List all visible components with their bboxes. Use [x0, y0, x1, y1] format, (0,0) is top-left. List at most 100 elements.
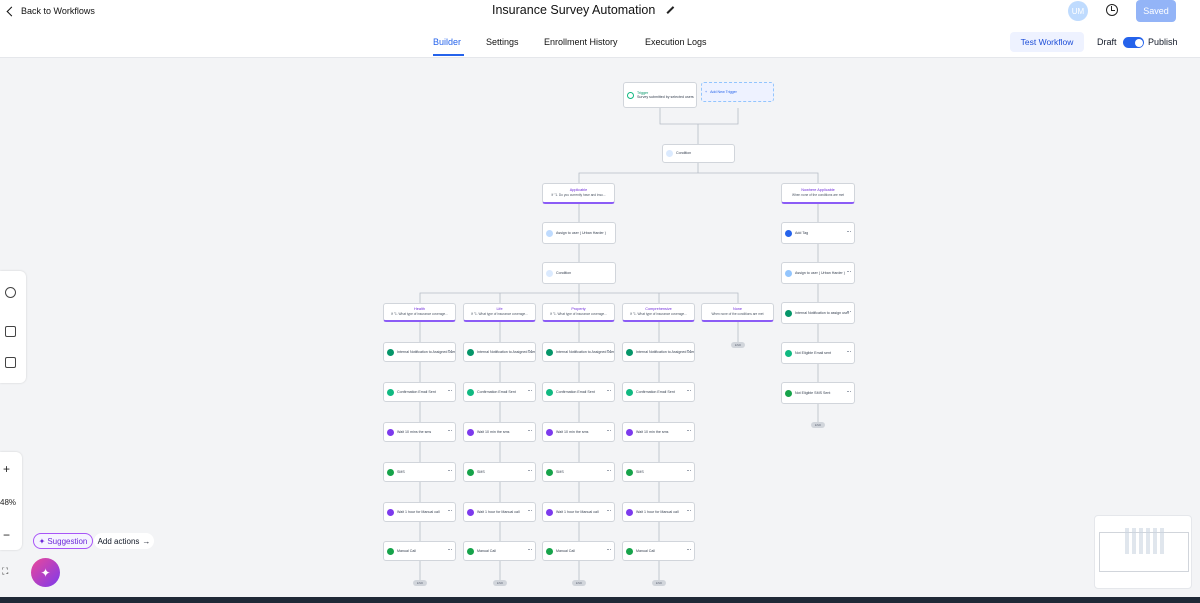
tab-execution-logs[interactable]: Execution Logs — [645, 37, 707, 47]
trigger-node[interactable]: Trigger Survey submitted by selected use… — [623, 82, 697, 108]
back-to-workflows-button[interactable]: Back to Workflows — [6, 6, 95, 17]
more-menu-icon[interactable] — [448, 430, 452, 432]
step-label: Manual Call — [397, 548, 416, 553]
plus-icon: + — [705, 89, 708, 94]
add-actions-button[interactable]: Add actions → — [94, 533, 154, 549]
more-menu-icon[interactable] — [528, 350, 532, 352]
chevron-left-icon — [6, 6, 17, 17]
branch-desc: When none of the conditions are met — [791, 192, 845, 197]
action-node[interactable]: SMS — [542, 462, 615, 482]
tab-settings[interactable]: Settings — [486, 37, 519, 47]
action-node[interactable]: SMS — [383, 462, 456, 482]
action-icon — [467, 547, 474, 555]
test-workflow-button[interactable]: Test Workflow — [1010, 32, 1084, 52]
tab-enrollment-history[interactable]: Enrollment History — [544, 37, 618, 47]
more-menu-icon[interactable] — [847, 231, 851, 232]
action-node[interactable]: Internal Notification to Assigned user — [542, 342, 615, 362]
action-node[interactable]: Confirmation Email Sent — [463, 382, 536, 402]
history-clock-icon[interactable] — [1106, 4, 1118, 16]
more-menu-icon[interactable] — [607, 350, 611, 352]
more-menu-icon[interactable] — [528, 470, 532, 472]
more-menu-icon[interactable] — [847, 351, 851, 352]
more-menu-icon[interactable] — [847, 311, 851, 312]
action-node[interactable]: Confirmation Email Sent — [542, 382, 615, 402]
assign-user-node[interactable]: Assign to user ( Urban Harder ) — [542, 222, 616, 244]
action-node[interactable]: SMS — [622, 462, 695, 482]
sub-branch-health[interactable]: Health If "1. What type of insurance cov… — [383, 303, 456, 322]
action-node[interactable]: Wait 10 min the sms — [463, 422, 536, 442]
more-menu-icon[interactable] — [528, 549, 532, 551]
more-menu-icon[interactable] — [448, 470, 452, 472]
zoom-out-icon[interactable]: − — [3, 528, 10, 542]
more-menu-icon[interactable] — [607, 510, 611, 512]
trigger-desc: Survey submitted by selected users — [637, 95, 694, 99]
not-applicable-action-node[interactable]: Assign to user ( Urban Harder ) — [781, 262, 855, 284]
zoom-in-icon[interactable]: + — [3, 462, 10, 476]
avatar[interactable]: UM — [1068, 1, 1088, 21]
action-node[interactable]: Wait 10 min the sms — [542, 422, 615, 442]
more-menu-icon[interactable] — [847, 391, 851, 392]
more-menu-icon[interactable] — [607, 430, 611, 432]
action-node[interactable]: Wait 10 mins the sms — [383, 422, 456, 442]
comment-icon[interactable] — [5, 326, 16, 337]
more-menu-icon[interactable] — [528, 510, 532, 512]
sub-branch-comprehensive[interactable]: Comprehensive If "1. What type of insura… — [622, 303, 695, 322]
action-node[interactable]: Wait 1 hour for Manual call — [463, 502, 536, 522]
action-node[interactable]: Manual Call — [542, 541, 615, 561]
edit-pencil-icon[interactable] — [665, 5, 675, 15]
more-menu-icon[interactable] — [687, 390, 691, 392]
sub-branch-property[interactable]: Property If "1. What type of insurance c… — [542, 303, 615, 322]
more-menu-icon[interactable] — [448, 350, 452, 352]
more-menu-icon[interactable] — [448, 510, 452, 512]
note-icon[interactable] — [5, 357, 16, 368]
action-node[interactable]: Confirmation Email Sent — [622, 382, 695, 402]
action-node[interactable]: Wait 10 min the sms — [622, 422, 695, 442]
action-node[interactable]: Wait 1 hour for Manual call — [542, 502, 615, 522]
fit-view-icon[interactable]: ⛶ — [2, 566, 8, 577]
more-menu-icon[interactable] — [687, 430, 691, 432]
saved-button[interactable]: Saved — [1136, 0, 1176, 22]
stats-pie-icon[interactable] — [5, 287, 16, 298]
more-menu-icon[interactable] — [607, 549, 611, 551]
more-menu-icon[interactable] — [528, 430, 532, 432]
step-label: Internal Notification to assign user — [795, 310, 850, 315]
add-actions-label: Add actions — [97, 536, 140, 546]
more-menu-icon[interactable] — [607, 470, 611, 472]
action-node[interactable]: Manual Call — [622, 541, 695, 561]
more-menu-icon[interactable] — [847, 271, 851, 272]
ai-assistant-button[interactable]: ✦ — [31, 558, 60, 587]
minimap[interactable] — [1094, 515, 1192, 589]
suggestion-button[interactable]: ✦ Suggestion — [33, 533, 93, 549]
action-node[interactable]: Internal Notification to Assigned user — [622, 342, 695, 362]
not-applicable-action-node[interactable]: Internal Notification to assign user — [781, 302, 855, 324]
branch-not-applicable[interactable]: Nowhere Applicable When none of the cond… — [781, 183, 855, 204]
more-menu-icon[interactable] — [687, 549, 691, 551]
add-new-trigger-button[interactable]: + Add New Trigger — [701, 82, 774, 102]
more-menu-icon[interactable] — [448, 549, 452, 551]
action-node[interactable]: SMS — [463, 462, 536, 482]
tab-builder[interactable]: Builder — [433, 37, 461, 47]
action-node[interactable]: Confirmation Email Sent — [383, 382, 456, 402]
more-menu-icon[interactable] — [448, 390, 452, 392]
action-node[interactable]: Manual Call — [463, 541, 536, 561]
more-menu-icon[interactable] — [528, 390, 532, 392]
sub-branch-none[interactable]: None When none of the conditions are met — [701, 303, 774, 322]
publish-toggle[interactable] — [1123, 37, 1144, 48]
action-node[interactable]: Wait 1 hour for Manual call — [622, 502, 695, 522]
step-label: Wait 1 hour for Manual call — [636, 509, 679, 514]
condition-root-node[interactable]: Condition — [662, 144, 735, 163]
more-menu-icon[interactable] — [687, 510, 691, 512]
action-node[interactable]: Internal Notification to Assigned user — [383, 342, 456, 362]
action-node[interactable]: Manual Call — [383, 541, 456, 561]
action-node[interactable]: Internal Notification to Assigned user — [463, 342, 536, 362]
sub-branch-life[interactable]: Life If "1. What type of insurance cover… — [463, 303, 536, 322]
more-menu-icon[interactable] — [687, 470, 691, 472]
not-applicable-action-node[interactable]: Not Eligible Email sent — [781, 342, 855, 364]
not-applicable-action-node[interactable]: Not Eligible SMS Sent — [781, 382, 855, 404]
action-node[interactable]: Wait 1 hour for Manual call — [383, 502, 456, 522]
more-menu-icon[interactable] — [687, 350, 691, 352]
sub-condition-node[interactable]: Condition — [542, 262, 616, 284]
more-menu-icon[interactable] — [607, 390, 611, 392]
not-applicable-action-node[interactable]: Add Tag — [781, 222, 855, 244]
branch-applicable[interactable]: Applicable If "1. Do you currently have … — [542, 183, 615, 204]
